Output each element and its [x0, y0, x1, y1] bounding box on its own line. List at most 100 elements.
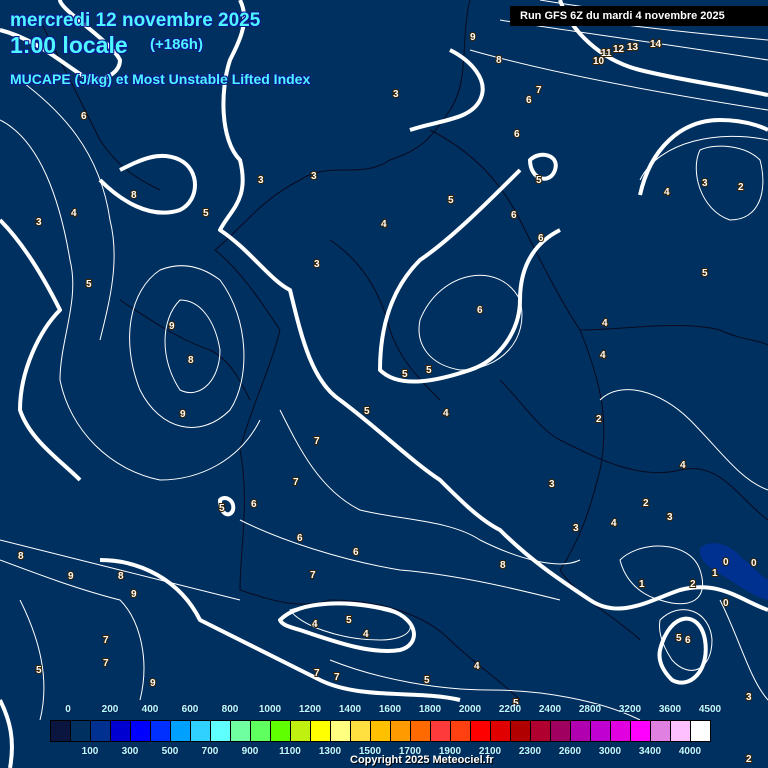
contour-label: 8	[500, 560, 506, 571]
contour-label: 1	[712, 568, 718, 579]
contour-label: 6	[514, 129, 520, 140]
color-swatch	[651, 721, 671, 741]
legend-label-bottom: 2100	[478, 746, 502, 757]
contour-label: 3	[311, 171, 317, 182]
contour-label: 8	[188, 355, 194, 366]
legend-label-top: 0	[65, 704, 71, 715]
contour-label: 4	[680, 460, 686, 471]
color-swatch	[111, 721, 131, 741]
contour-label: 9	[169, 321, 175, 332]
legend-label-bottom: 1500	[358, 746, 382, 757]
forecast-date: mercredi 12 novembre 2025	[10, 10, 261, 31]
contour-label: 3	[314, 259, 320, 270]
legend-label-top: 200	[101, 704, 119, 715]
color-swatch	[271, 721, 291, 741]
color-swatch	[491, 721, 511, 741]
contour-label: 4	[443, 408, 449, 419]
legend-label-bottom: 700	[201, 746, 219, 757]
contour-label: 7	[536, 85, 542, 96]
contour-label: 5	[424, 675, 430, 686]
color-swatch	[151, 721, 171, 741]
contour-label: 9	[180, 409, 186, 420]
contour-label: 4	[474, 661, 480, 672]
legend-label-bottom: 500	[161, 746, 179, 757]
color-swatch	[371, 721, 391, 741]
contour-label: 5	[536, 175, 542, 186]
color-swatch	[411, 721, 431, 741]
legend-label-bottom: 3400	[638, 746, 662, 757]
contour-label: 6	[297, 533, 303, 544]
contour-label: 3	[573, 523, 579, 534]
legend-label-top: 2200	[498, 704, 522, 715]
contour-label: 12	[613, 44, 625, 55]
color-swatch	[251, 721, 271, 741]
contour-label: 5	[426, 365, 432, 376]
contour-label: 7	[314, 436, 320, 447]
contour-label: 6	[538, 233, 544, 244]
contour-label: 6	[685, 635, 691, 646]
contour-map: 9 8 7 6 6 5 3 6 8 3 4 5 3 3 4 3 5 6 6 4 …	[0, 0, 768, 768]
contour-label: 3	[667, 512, 673, 523]
color-swatch	[311, 721, 331, 741]
color-swatch	[471, 721, 491, 741]
contour-label: 6	[477, 305, 483, 316]
color-swatch	[451, 721, 471, 741]
contour-label: 4	[600, 350, 606, 361]
contour-label: 9	[470, 32, 476, 43]
contour-label: 5	[36, 665, 42, 676]
contour-label: 4	[664, 187, 670, 198]
parameter-title: MUCAPE (J/kg) et Most Unstable Lifted In…	[10, 71, 311, 87]
contour-label: 5	[346, 615, 352, 626]
legend-label-bottom: 300	[121, 746, 139, 757]
legend-label-top: 1000	[258, 704, 282, 715]
contour-label: 3	[36, 217, 42, 228]
color-swatch	[91, 721, 111, 741]
contour-label: 6	[353, 547, 359, 558]
color-swatch	[511, 721, 531, 741]
contour-label: 8	[131, 190, 137, 201]
legend-label-bottom: 2600	[558, 746, 582, 757]
contour-label: 4	[312, 619, 318, 630]
contour-label: 3	[746, 692, 752, 703]
contour-label: 3	[549, 479, 555, 490]
contour-label: 9	[131, 589, 137, 600]
contour-label: 4	[602, 318, 608, 329]
legend-label-top: 3600	[658, 704, 682, 715]
legend-label-top: 400	[141, 704, 159, 715]
legend-label-bottom: 3000	[598, 746, 622, 757]
color-swatch	[531, 721, 551, 741]
color-swatch	[691, 721, 710, 741]
legend-label-top: 2000	[458, 704, 482, 715]
contour-label: 6	[251, 499, 257, 510]
contour-label: 7	[103, 635, 109, 646]
contour-label: 7	[293, 477, 299, 488]
contour-label: 3	[702, 178, 708, 189]
contour-label: 11	[601, 48, 612, 59]
contour-label: 5	[448, 195, 454, 206]
legend-label-bottom: 1900	[438, 746, 462, 757]
color-scale	[50, 720, 711, 742]
legend-label-top: 2800	[578, 704, 602, 715]
contour-label: 7	[314, 668, 320, 679]
contour-label: 4	[611, 518, 617, 529]
contour-label: 4	[381, 219, 387, 230]
contour-label: 8	[18, 551, 24, 562]
legend-label-bottom: 1700	[398, 746, 422, 757]
color-swatch	[231, 721, 251, 741]
color-swatch	[51, 721, 71, 741]
contour-label: 1	[639, 579, 645, 590]
contour-label: 7	[103, 658, 109, 669]
forecast-hour: 1:00 locale	[10, 32, 128, 58]
legend-label-bottom: 1300	[318, 746, 342, 757]
contour-label: 8	[118, 571, 124, 582]
contour-label: 6	[526, 95, 532, 106]
contour-label: 7	[310, 570, 316, 581]
color-swatch	[71, 721, 91, 741]
color-swatch	[551, 721, 571, 741]
thin-contours	[0, 0, 768, 721]
contour-label: 6	[511, 210, 517, 221]
contour-label: 2	[596, 414, 602, 425]
contour-label: 0	[723, 557, 729, 568]
contour-label: 2	[643, 498, 649, 509]
contour-label: 0	[723, 598, 729, 609]
